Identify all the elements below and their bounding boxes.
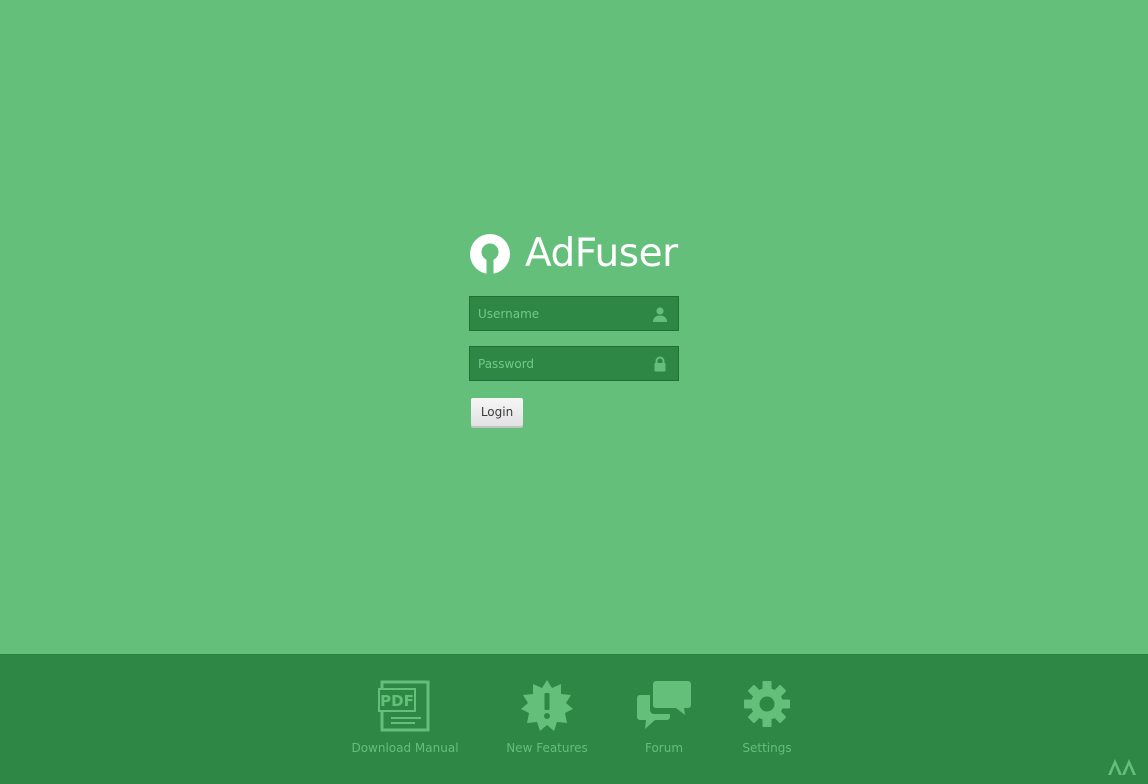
footer: PDF Download Manual New Features Forum S…	[0, 654, 1148, 784]
password-field	[469, 346, 679, 381]
settings-link[interactable]: Settings	[702, 679, 832, 755]
gear-icon	[744, 681, 790, 727]
login-button[interactable]: Login	[471, 398, 523, 426]
lock-icon	[654, 356, 666, 372]
user-icon	[653, 307, 667, 322]
main-area: AdFuser Login	[0, 0, 1148, 654]
keyhole-circle-icon	[470, 234, 510, 274]
vendor-logo-icon	[1108, 759, 1136, 775]
svg-text:PDF: PDF	[380, 692, 414, 710]
brand-name: AdFuser	[525, 231, 678, 276]
download-manual-label: Download Manual	[351, 741, 459, 755]
chat-bubbles-icon	[637, 681, 691, 729]
alert-badge-icon	[521, 680, 573, 731]
new-features-link[interactable]: New Features	[482, 679, 612, 755]
username-field	[469, 296, 679, 331]
password-input[interactable]	[470, 347, 678, 380]
new-features-label: New Features	[506, 741, 588, 755]
download-manual-link[interactable]: PDF Download Manual	[340, 679, 470, 755]
brand: AdFuser	[469, 232, 679, 276]
username-input[interactable]	[470, 297, 678, 330]
login-panel: AdFuser Login	[469, 232, 679, 426]
pdf-document-icon: PDF	[378, 680, 430, 732]
settings-label: Settings	[742, 741, 792, 755]
